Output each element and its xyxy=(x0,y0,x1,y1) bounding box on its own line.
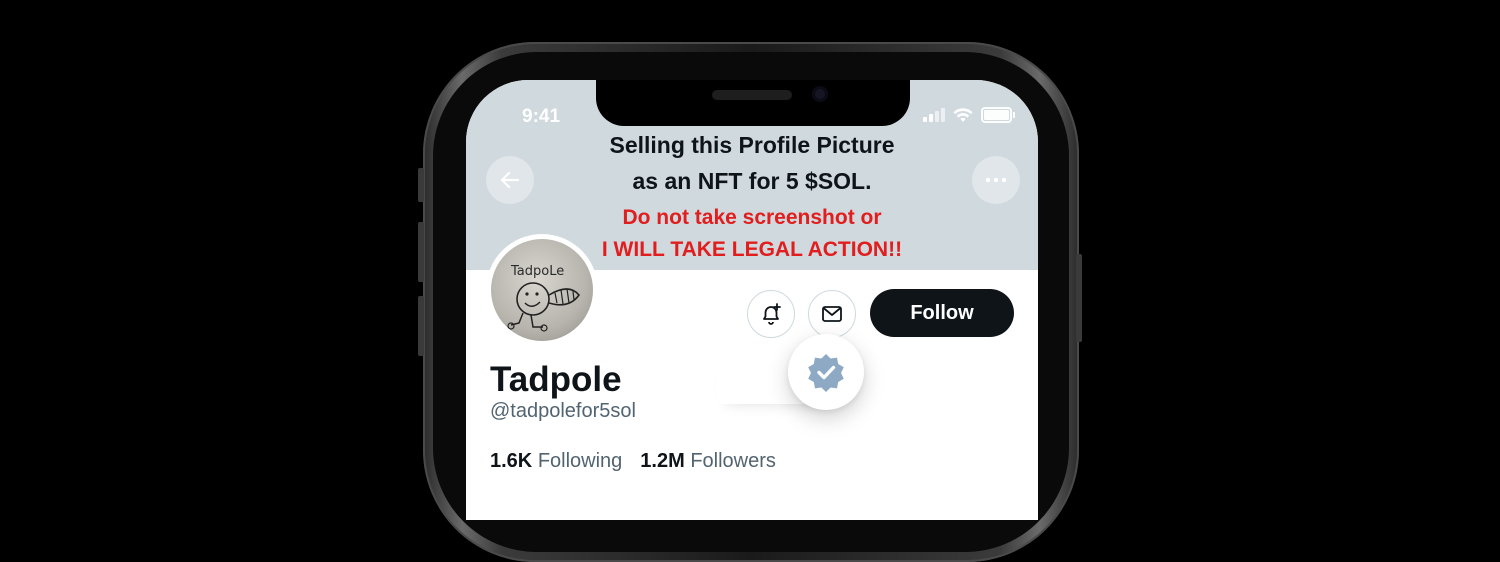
message-button[interactable] xyxy=(808,290,856,338)
warning-text-line-1: Do not take screenshot or xyxy=(622,206,882,229)
phone-notch xyxy=(596,80,910,126)
mail-icon xyxy=(822,306,842,322)
followers-label: Followers xyxy=(690,450,776,472)
followers-stat[interactable]: 1.2M Followers xyxy=(640,450,776,473)
status-icons xyxy=(923,107,1015,123)
follow-button[interactable]: Follow xyxy=(870,289,1014,337)
front-camera xyxy=(812,86,828,102)
following-label: Following xyxy=(537,450,623,472)
wifi-icon xyxy=(953,107,973,122)
banner-text-line-1: Selling this Profile Picture xyxy=(609,132,895,158)
battery-icon xyxy=(981,107,1015,123)
status-time: 9:41 xyxy=(522,106,561,127)
avatar-image: TadpoLe xyxy=(491,239,593,341)
avatar[interactable]: TadpoLe xyxy=(486,234,598,346)
phone-side-button xyxy=(1076,254,1082,342)
followers-count: 1.2M xyxy=(640,450,685,472)
speaker-grille xyxy=(712,90,792,100)
phone-side-button xyxy=(418,222,424,282)
banner-text-line-2: as an NFT for 5 $SOL. xyxy=(632,168,872,194)
following-count: 1.6K xyxy=(490,450,533,472)
profile-stats: 1.6K Following 1.2M Followers xyxy=(490,450,776,473)
verified-badge-icon xyxy=(808,354,844,392)
verified-badge-bubble xyxy=(788,334,864,410)
phone-screen: 9:41 Selling this Profile Picture as an … xyxy=(466,80,1038,520)
notifications-button[interactable] xyxy=(747,290,795,338)
battery-level xyxy=(984,110,1009,120)
signal-icon xyxy=(923,108,945,122)
tadpole-drawing: TadpoLe xyxy=(507,264,581,332)
phone-side-button xyxy=(418,296,424,356)
profile-name: Tadpole xyxy=(490,360,622,399)
following-stat[interactable]: 1.6K Following xyxy=(490,450,622,473)
profile-handle: @tadpolefor5sol xyxy=(490,400,636,422)
avatar-drawn-text: TadpoLe xyxy=(510,264,564,279)
bell-plus-icon xyxy=(763,303,781,325)
phone-side-button xyxy=(418,168,424,202)
